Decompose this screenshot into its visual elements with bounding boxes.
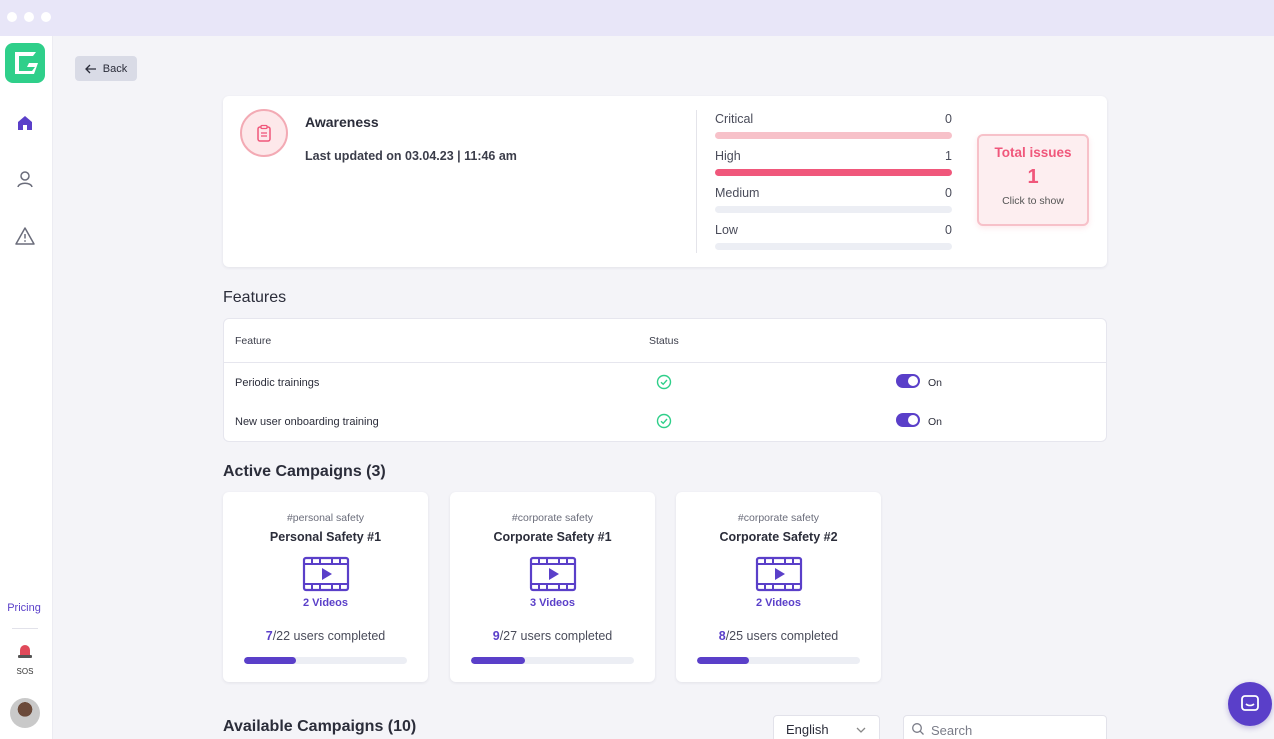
window-dot [41,12,51,22]
chat-support-button[interactable] [1228,682,1272,726]
campaign-tag: #personal safety [286,512,365,524]
home-icon[interactable] [14,112,36,134]
check-circle-icon [656,413,672,432]
chat-icon [1241,695,1259,711]
user-avatar[interactable] [10,698,40,728]
severity-low: Low 0 [715,223,952,250]
campaign-videos: 2 Videos [755,597,802,609]
campaign-name: Corporate Safety #1 [493,530,612,544]
column-header-status: Status [649,335,679,347]
severity-bar [715,132,952,139]
severity-high: High 1 [715,149,952,176]
completed-total: /22 users completed [272,629,386,643]
completed-total: /25 users completed [725,629,839,643]
clipboard-icon [240,109,288,157]
features-heading: Features [223,289,287,306]
sos-label: SOS [16,667,34,676]
feature-toggle[interactable] [896,374,920,388]
total-issues-hint: Click to show [1002,195,1064,207]
campaign-users-completed: 7/22 users completed [223,629,428,643]
app-logo[interactable] [5,43,45,83]
total-issues-button[interactable]: Total issues 1 Click to show [977,134,1089,226]
campaign-card[interactable]: #corporate safety Corporate Safety #2 2 … [676,492,881,682]
check-circle-icon [656,374,672,393]
last-updated: Last updated on 03.04.23 | 11:46 am [305,149,517,163]
chevron-down-icon [856,727,866,733]
campaign-tag: #corporate safety [511,512,594,524]
search-icon [912,723,924,735]
severity-count: 1 [945,149,952,163]
arrow-left-icon [84,64,96,73]
severity-bar [715,243,952,250]
severity-count: 0 [945,112,952,126]
available-campaigns-heading: Available Campaigns (10) [223,718,417,735]
feature-toggle[interactable] [896,413,920,427]
window-dot [7,12,17,22]
language-select[interactable]: English [773,715,880,739]
campaign-name: Personal Safety #1 [269,530,382,544]
warning-icon[interactable] [14,225,36,247]
search-input[interactable] [931,720,1101,739]
summary-title: Awareness [305,114,379,130]
severity-bar [715,169,952,176]
campaign-videos: 3 Videos [529,597,576,609]
video-icon [529,556,577,592]
column-header-feature: Feature [235,335,272,347]
campaign-progress-fill [697,657,750,664]
back-button[interactable]: Back [75,56,137,81]
sidebar-divider [12,628,38,629]
campaign-name: Corporate Safety #2 [719,530,838,544]
severity-bar [715,206,952,213]
language-value: English [786,722,829,737]
divider [696,110,697,253]
total-issues-title: Total issues [994,145,1072,160]
completed-count: 9 [492,629,500,643]
features-table: Feature Status Periodic trainings On New… [223,318,1107,442]
siren-icon [18,645,32,658]
user-icon[interactable] [14,168,36,190]
severity-medium: Medium 0 [715,186,952,213]
campaign-videos: 2 Videos [302,597,349,609]
severity-label: High [715,149,741,163]
campaign-card[interactable]: #corporate safety Corporate Safety #1 3 … [450,492,655,682]
severity-critical: Critical 0 [715,112,952,139]
back-label: Back [102,62,128,75]
completed-count: 8 [718,629,726,643]
pricing-link[interactable]: Pricing [0,602,48,614]
campaign-progress-fill [244,657,297,664]
campaign-progress-bar [471,657,634,664]
feature-name: Periodic trainings [235,377,320,389]
awareness-summary-card: Awareness Last updated on 03.04.23 | 11:… [223,96,1107,267]
campaign-progress-bar [244,657,407,664]
active-campaigns-heading: Active Campaigns (3) [223,463,386,480]
campaign-progress-fill [471,657,525,664]
sidebar: Pricing SOS [0,36,53,739]
severity-label: Low [715,223,738,237]
toggle-label: On [928,416,943,428]
campaign-tag: #corporate safety [737,512,820,524]
severity-label: Critical [715,112,754,126]
completed-total: /27 users completed [499,629,613,643]
campaign-users-completed: 8/25 users completed [676,629,881,643]
table-row: New user onboarding training On [224,403,1106,443]
toggle-label: On [928,377,943,389]
severity-count: 0 [945,223,952,237]
campaign-card[interactable]: #personal safety Personal Safety #1 2 Vi… [223,492,428,682]
video-icon [302,556,350,592]
feature-name: New user onboarding training [235,416,379,428]
window-dot [24,12,34,22]
features-table-header: Feature Status [224,319,1106,363]
search-box [903,715,1107,739]
sos-button[interactable]: SOS [10,641,40,676]
video-icon [755,556,803,592]
severity-count: 0 [945,186,952,200]
table-row: Periodic trainings On [224,364,1106,404]
completed-count: 7 [265,629,273,643]
total-issues-count: 1 [1027,166,1039,188]
campaign-progress-bar [697,657,860,664]
window-titlebar [0,0,1274,36]
campaign-users-completed: 9/27 users completed [450,629,655,643]
severity-label: Medium [715,186,760,200]
